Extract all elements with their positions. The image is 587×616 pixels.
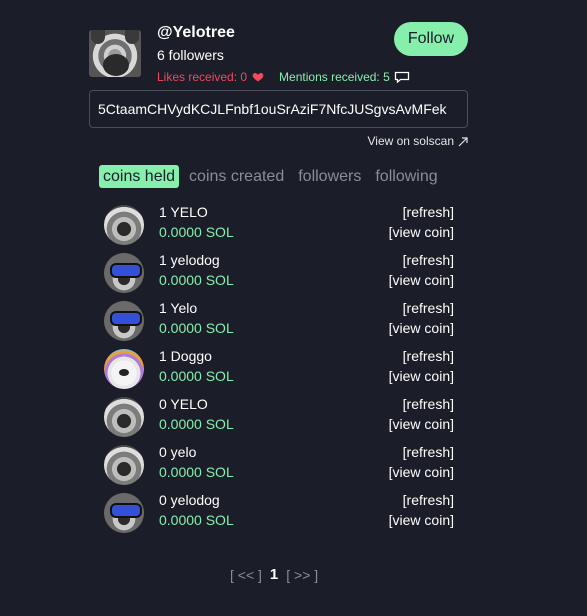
refresh-link[interactable]: [refresh]: [403, 492, 454, 508]
refresh-link[interactable]: [refresh]: [403, 348, 454, 364]
coin-list-item: 1 yelodog 0.0000 SOL [refresh] [view coi…: [104, 252, 454, 296]
pagination: [ << ] 1 [ >> ]: [230, 566, 318, 583]
coin-avatar: [104, 301, 144, 341]
chat-bubble-icon: [394, 71, 410, 84]
profile-tabs: coins held coins created followers follo…: [99, 165, 448, 188]
wallet-address-field[interactable]: 5CtaamCHVydKCJLFnbf1ouSrAziF7NfcJUSgvsAv…: [89, 90, 468, 128]
refresh-link[interactable]: [refresh]: [403, 396, 454, 412]
tab-following[interactable]: following: [371, 165, 441, 188]
coin-name: 1 YELO: [159, 204, 208, 220]
mentions-received-label: Mentions received: 5: [279, 70, 390, 84]
coin-name: 0 YELO: [159, 396, 208, 412]
coin-name: 0 yelodog: [159, 492, 220, 508]
coin-sol-value: 0.0000 SOL: [159, 464, 234, 480]
coin-sol-value: 0.0000 SOL: [159, 224, 234, 240]
tab-followers[interactable]: followers: [294, 165, 365, 188]
mentions-received: Mentions received: 5: [279, 70, 410, 84]
likes-received: Likes received: 0: [157, 70, 264, 84]
next-page-button[interactable]: [ >> ]: [286, 567, 318, 583]
coin-list-item: 0 YELO 0.0000 SOL [refresh] [view coin]: [104, 396, 454, 440]
coin-sol-value: 0.0000 SOL: [159, 320, 234, 336]
profile-username: @Yelotree: [157, 24, 235, 41]
coin-name: 0 yelo: [159, 444, 197, 460]
coin-name: 1 Doggo: [159, 348, 212, 364]
coin-sol-value: 0.0000 SOL: [159, 416, 234, 432]
coin-avatar: [104, 205, 144, 245]
external-link-arrow-icon: [458, 136, 468, 147]
coin-name: 1 yelodog: [159, 252, 220, 268]
current-page-number: 1: [269, 566, 279, 583]
coin-list-item: 0 yelo 0.0000 SOL [refresh] [view coin]: [104, 444, 454, 488]
coin-avatar: [104, 445, 144, 485]
view-coin-link[interactable]: [view coin]: [389, 416, 454, 432]
coin-avatar: [104, 397, 144, 437]
coin-sol-value: 0.0000 SOL: [159, 272, 234, 288]
view-coin-link[interactable]: [view coin]: [389, 512, 454, 528]
coin-avatar: [104, 253, 144, 293]
coin-list-item: 1 YELO 0.0000 SOL [refresh] [view coin]: [104, 204, 454, 248]
coin-sol-value: 0.0000 SOL: [159, 512, 234, 528]
coin-sol-value: 0.0000 SOL: [159, 368, 234, 384]
coin-avatar: [104, 349, 144, 389]
coin-name: 1 Yelo: [159, 300, 198, 316]
follow-button[interactable]: Follow: [394, 22, 468, 56]
refresh-link[interactable]: [refresh]: [403, 252, 454, 268]
view-coin-link[interactable]: [view coin]: [389, 320, 454, 336]
coin-avatar: [104, 493, 144, 533]
profile-avatar: [89, 30, 141, 77]
prev-page-button[interactable]: [ << ]: [230, 567, 262, 583]
view-coin-link[interactable]: [view coin]: [389, 272, 454, 288]
tab-coins-created[interactable]: coins created: [185, 165, 288, 188]
view-coin-link[interactable]: [view coin]: [389, 464, 454, 480]
view-coin-link[interactable]: [view coin]: [389, 224, 454, 240]
view-on-solscan-link[interactable]: View on solscan: [368, 134, 469, 148]
refresh-link[interactable]: [refresh]: [403, 204, 454, 220]
view-coin-link[interactable]: [view coin]: [389, 368, 454, 384]
refresh-link[interactable]: [refresh]: [403, 444, 454, 460]
coin-list-item: 1 Doggo 0.0000 SOL [refresh] [view coin]: [104, 348, 454, 392]
view-on-solscan-label: View on solscan: [367, 134, 455, 148]
coin-list-item: 1 Yelo 0.0000 SOL [refresh] [view coin]: [104, 300, 454, 344]
coin-list-item: 0 yelodog 0.0000 SOL [refresh] [view coi…: [104, 492, 454, 536]
profile-stats: Likes received: 0 Mentions received: 5: [157, 70, 410, 84]
refresh-link[interactable]: [refresh]: [403, 300, 454, 316]
likes-received-label: Likes received: 0: [157, 70, 248, 84]
profile-followers-count: 6 followers: [157, 47, 224, 63]
heart-icon: [252, 71, 264, 83]
tab-coins-held[interactable]: coins held: [99, 165, 180, 188]
